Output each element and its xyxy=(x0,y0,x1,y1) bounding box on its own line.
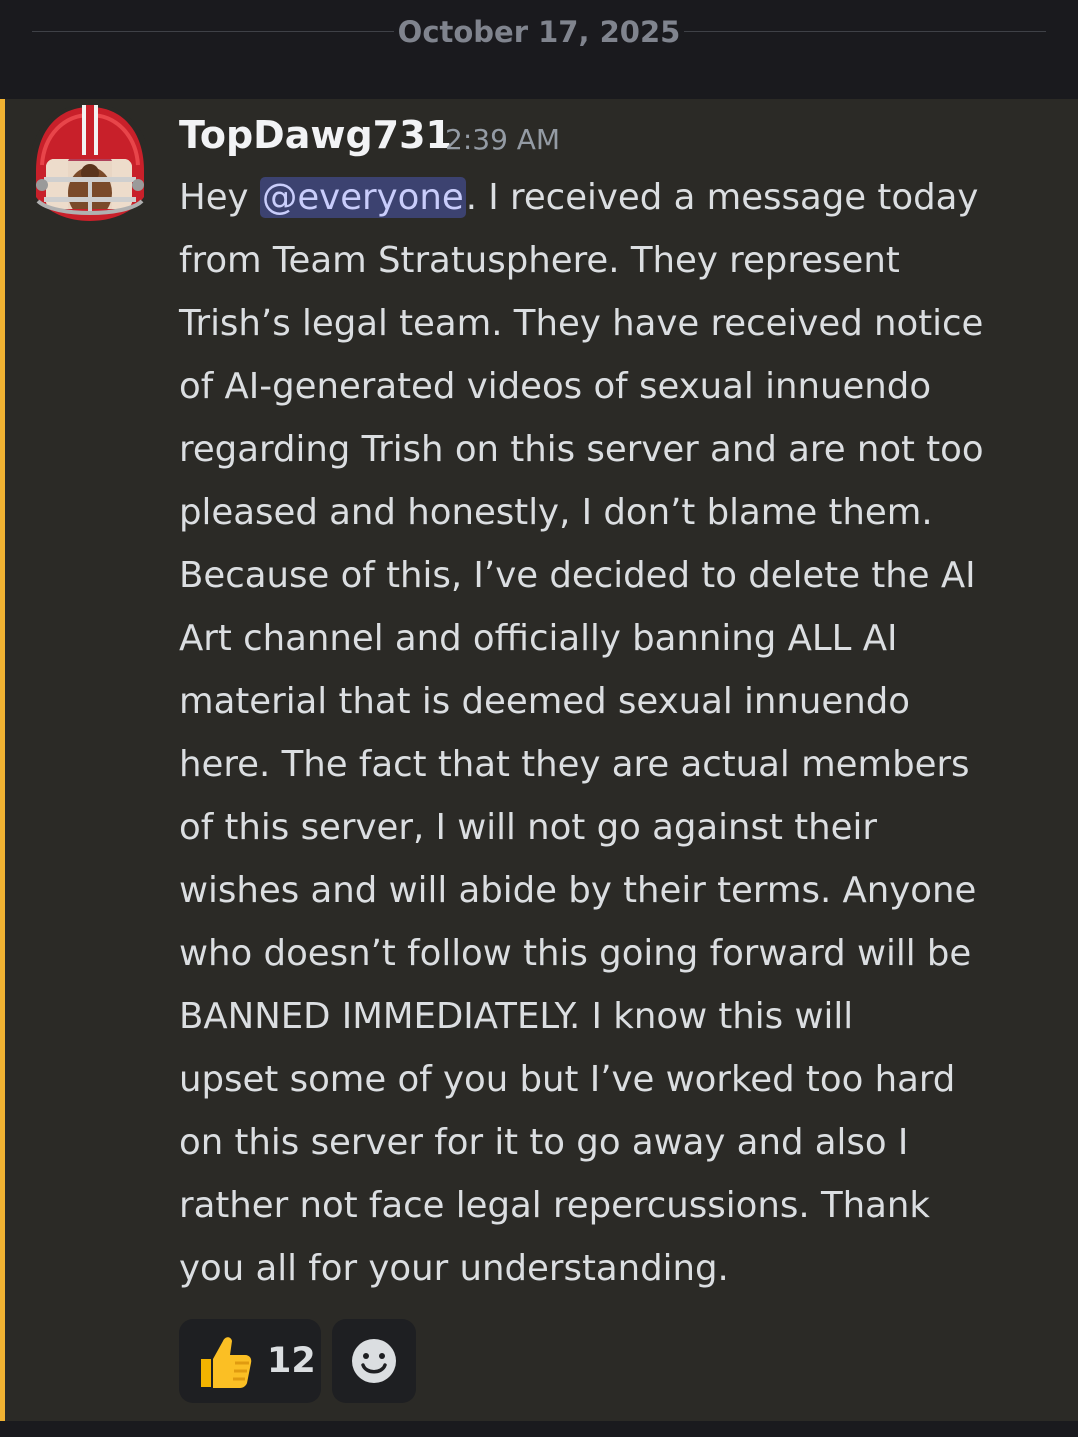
message-line: who doesn’t follow this going forward wi… xyxy=(179,933,972,974)
divider-line-left xyxy=(32,31,394,32)
avatar[interactable] xyxy=(28,101,152,225)
thumbs-up-reaction[interactable]: 12 xyxy=(179,1319,321,1403)
message[interactable]: TopDawg731 2:39 AM Hey @everyone. I rece… xyxy=(0,99,1078,1421)
football-helmet-avatar-icon xyxy=(30,103,150,223)
message-content: Hey @everyone. I received a message toda… xyxy=(179,166,1049,1300)
divider-date: October 17, 2025 xyxy=(397,15,681,49)
greeting-text: Hey xyxy=(179,177,260,218)
message-line: of AI-generated videos of sexual innuend… xyxy=(179,366,932,407)
first-line-text: . I received a message today xyxy=(465,177,979,218)
message-line: from Team Stratusphere. They represent xyxy=(179,240,900,281)
message-line: Art channel and officially banning ALL A… xyxy=(179,618,898,659)
reaction-count: 12 xyxy=(267,1341,316,1381)
message-line: Because of this, I’ve decided to delete … xyxy=(179,555,976,596)
thumbs-up-icon xyxy=(201,1337,252,1388)
message-line: wishes and will abide by their terms. An… xyxy=(179,870,977,911)
bottom-strip xyxy=(0,1421,1078,1437)
username[interactable]: TopDawg731 xyxy=(179,110,452,160)
message-line: Hey @everyone. I received a message toda… xyxy=(179,166,1049,229)
message-line: upset some of you but I’ve worked too ha… xyxy=(179,1059,956,1100)
timestamp: 2:39 AM xyxy=(445,123,561,156)
message-line: here. The fact that they are actual memb… xyxy=(179,744,970,785)
message-line: Trish’s legal team. They have received n… xyxy=(179,303,984,344)
message-line: BANNED IMMEDIATELY. I know this will xyxy=(179,996,854,1037)
message-line: rather not face legal repercussions. Tha… xyxy=(179,1185,930,1226)
message-line: of this server, I will not go against th… xyxy=(179,807,877,848)
add-reaction-icon xyxy=(352,1339,396,1383)
mention-highlight-bar xyxy=(0,99,5,1421)
divider-line-right xyxy=(684,31,1046,32)
message-line: pleased and honestly, I don’t blame them… xyxy=(179,492,933,533)
message-line: you all for your understanding. xyxy=(179,1248,729,1289)
message-line: material that is deemed sexual innuendo xyxy=(179,681,911,722)
message-line: on this server for it to go away and als… xyxy=(179,1122,909,1163)
date-divider: October 17, 2025 xyxy=(0,0,1078,64)
everyone-mention[interactable]: @everyone xyxy=(259,177,466,218)
add-reaction-button[interactable] xyxy=(332,1319,416,1403)
message-line: regarding Trish on this server and are n… xyxy=(179,429,984,470)
